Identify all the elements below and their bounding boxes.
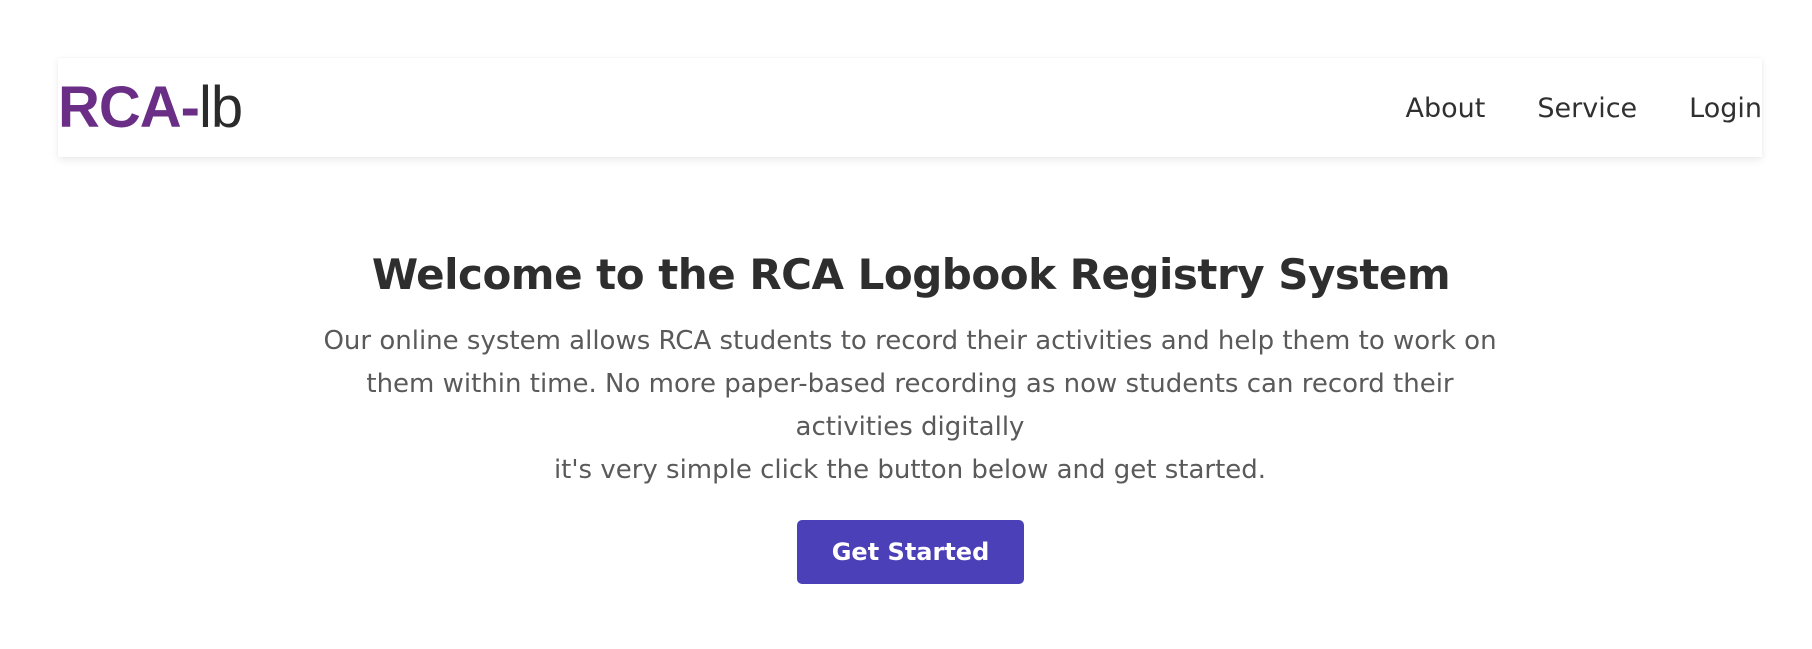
- nav-links: About Service Login: [1406, 88, 1762, 128]
- nav-link-service[interactable]: Service: [1537, 93, 1637, 124]
- hero-description: Our online system allows RCA students to…: [310, 320, 1510, 492]
- site-logo[interactable]: RCA-lb: [58, 72, 243, 144]
- hero-description-cta-text: it's very simple click the button below …: [553, 455, 1267, 485]
- nav-link-login[interactable]: Login: [1689, 93, 1762, 124]
- hero-description-text: Our online system allows RCA students to…: [323, 326, 1497, 442]
- top-navbar: RCA-lb About Service Login: [58, 58, 1762, 157]
- landing-page: RCA-lb About Service Login Welcome to th…: [0, 0, 1812, 649]
- hero-title: Welcome to the RCA Logbook Registry Syst…: [371, 250, 1451, 300]
- logo-brand-text: RCA-: [58, 75, 200, 140]
- nav-link-about[interactable]: About: [1406, 93, 1486, 124]
- get-started-button[interactable]: Get Started: [797, 520, 1024, 584]
- logo-suffix-text: lb: [198, 75, 243, 140]
